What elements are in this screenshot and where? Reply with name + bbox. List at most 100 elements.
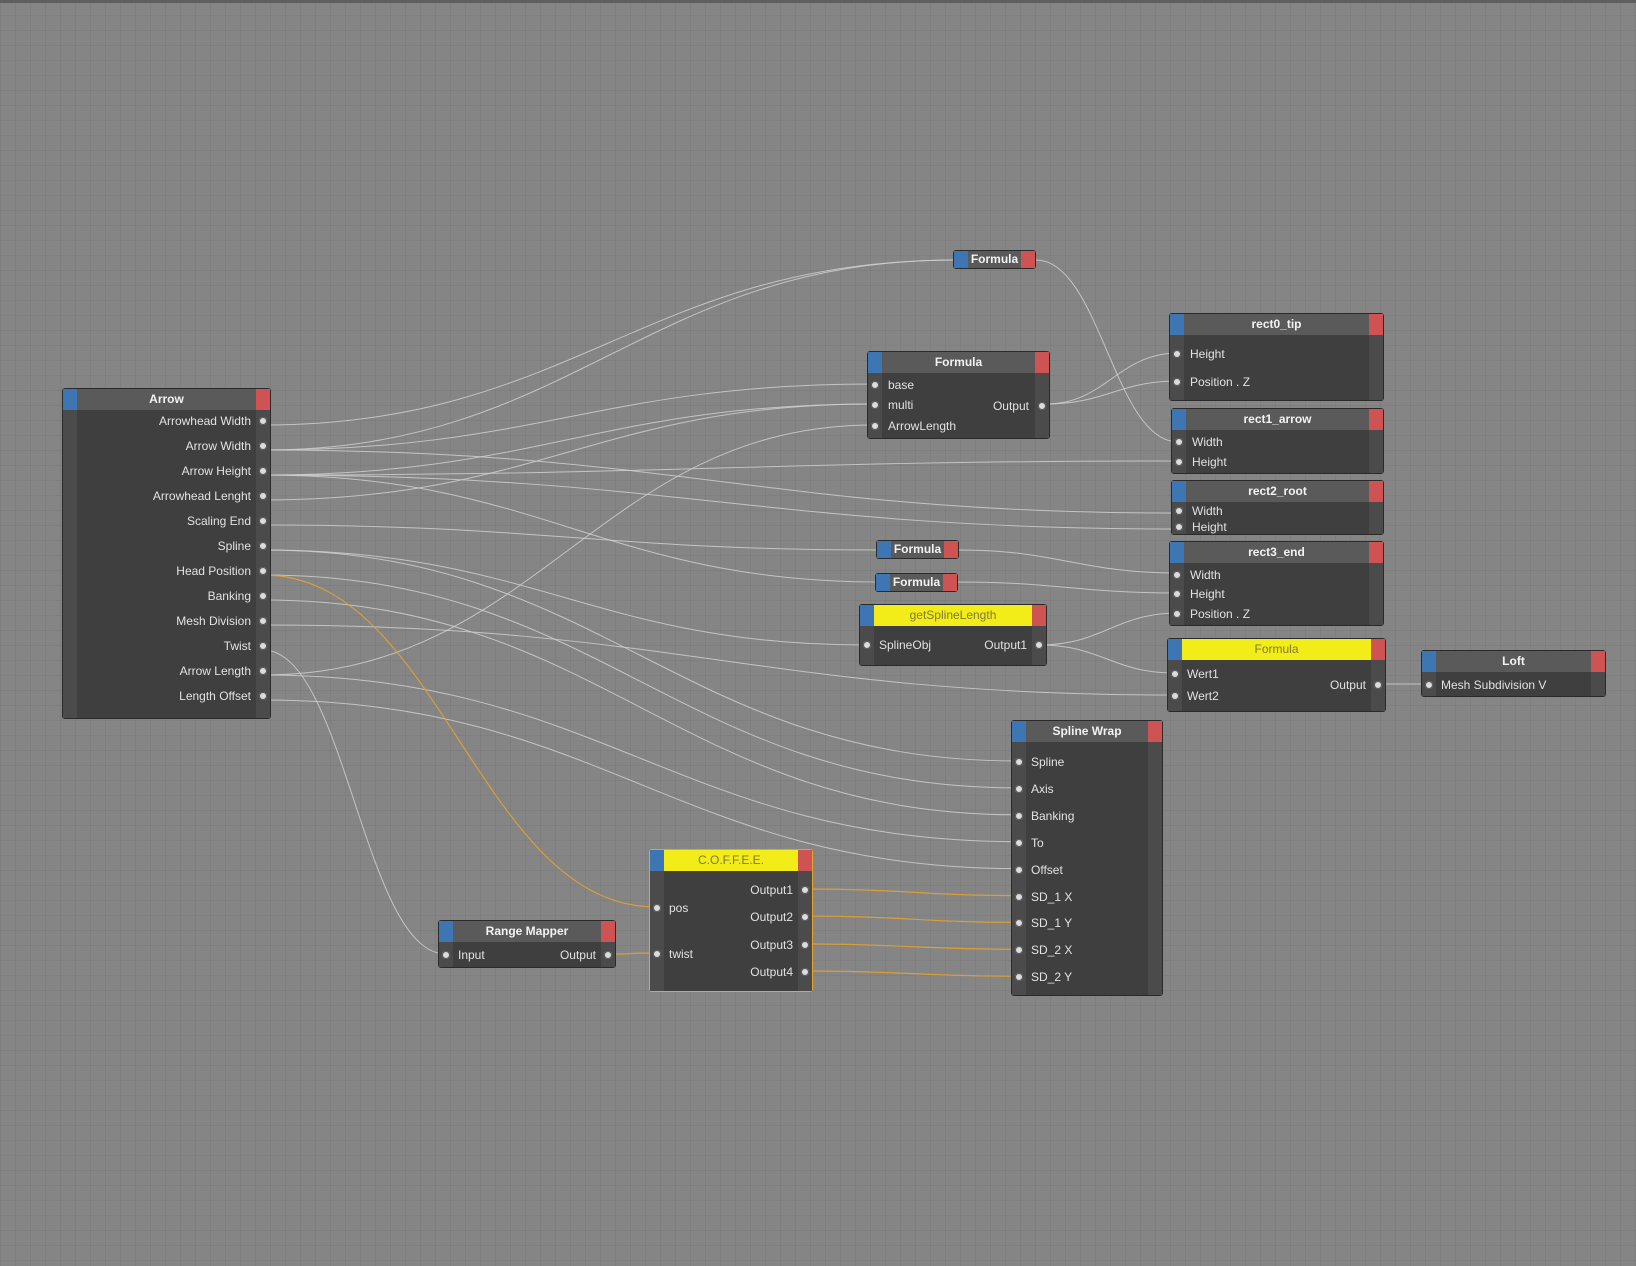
node-rect0-tip-title[interactable]: rect0_tip [1170,314,1383,335]
port-sd-1-x-dot[interactable] [1015,892,1023,901]
node-formula-top[interactable]: Formula [953,250,1036,269]
port-width-dot[interactable] [1175,507,1183,515]
port-position-z-dot[interactable] [1173,378,1181,386]
node-formula-main-title[interactable]: Formula [868,352,1049,373]
node-rect1-arrow-title[interactable]: rect1_arrow [1172,409,1383,430]
port-twist-dot[interactable] [259,642,267,650]
node-coffee[interactable]: C.O.F.F.E.E. pos twist Output1 Output2 O… [649,849,813,992]
node-rect2-root-title[interactable]: rect2_root [1172,481,1383,502]
node-spline-wrap-title[interactable]: Spline Wrap [1012,721,1162,742]
node-rect0-tip[interactable]: rect0_tip Height Position . Z [1169,313,1384,401]
in-port-tab[interactable] [877,541,891,558]
node-formula-main[interactable]: Formula base multi ArrowLength Output [867,351,1050,439]
port-output1-dot[interactable] [801,886,809,894]
node-arrow[interactable]: Arrow Arrowhead Width Arrow Width Arrow He… [62,388,271,719]
out-port-tab[interactable] [601,921,615,942]
in-port-tab[interactable] [1172,409,1186,430]
port-scaling-end-dot[interactable] [259,517,267,525]
port-arrowhead-width-dot[interactable] [259,417,267,425]
port-mesh-division-dot[interactable] [259,617,267,625]
in-port-tab[interactable] [1422,651,1436,672]
port-wert1-dot[interactable] [1171,670,1179,678]
port-length-offset-dot[interactable] [259,692,267,700]
port-output4-dot[interactable] [801,968,809,976]
port-banking-dot[interactable] [259,592,267,600]
port-height-dot[interactable] [1175,523,1183,531]
node-loft-title[interactable]: Loft [1422,651,1605,672]
node-rect3-end-title[interactable]: rect3_end [1170,542,1383,563]
port-base-dot[interactable] [871,381,879,389]
out-port-tab[interactable] [1591,651,1605,672]
in-port-tab[interactable] [1012,721,1026,742]
in-port-tab[interactable] [439,921,453,942]
out-port-tab[interactable] [1021,251,1035,268]
out-port-tab[interactable] [1369,314,1383,335]
port-arrowhead-lenght-dot[interactable] [259,492,267,500]
node-formula-yellow-title[interactable]: Formula [1168,639,1385,660]
node-rect2-root[interactable]: rect2_root Width Height [1171,480,1384,535]
port-splineobj-dot[interactable] [863,641,871,649]
node-rect1-arrow[interactable]: rect1_arrow Width Height [1171,408,1384,474]
port-output2-dot[interactable] [801,913,809,921]
in-port-tab[interactable] [876,574,890,591]
port-output-dot[interactable] [1374,681,1382,689]
port-banking-dot[interactable] [1015,811,1023,820]
port-width-dot[interactable] [1175,438,1183,446]
node-arrow-title[interactable]: Arrow [63,389,270,410]
port-input-dot[interactable] [442,951,450,959]
out-port-tab[interactable] [1032,605,1046,626]
out-port-tab[interactable] [798,850,812,871]
port-output3-dot[interactable] [801,941,809,949]
node-coffee-title[interactable]: C.O.F.F.E.E. [650,850,812,871]
port-arrow-length-dot[interactable] [259,667,267,675]
port-position-z-dot[interactable] [1173,610,1181,618]
out-port-tab[interactable] [944,541,958,558]
port-spline-dot[interactable] [259,542,267,550]
port-wert2-dot[interactable] [1171,692,1179,700]
in-port-tab[interactable] [63,389,77,410]
in-port-tab[interactable] [1170,314,1184,335]
port-arrow-height-dot[interactable] [259,467,267,475]
node-get-spline-length-title[interactable]: getSplineLength [860,605,1046,626]
out-port-tab[interactable] [1371,639,1385,660]
port-output1-dot[interactable] [1035,641,1043,649]
port-output-dot[interactable] [1038,402,1046,410]
node-rect3-end[interactable]: rect3_end Width Height Position . Z [1169,541,1384,626]
port-height-dot[interactable] [1173,590,1181,598]
port-arrowlength-dot[interactable] [871,422,879,430]
port-width-dot[interactable] [1173,571,1181,579]
in-port-tab[interactable] [1168,639,1182,660]
node-range-mapper-title[interactable]: Range Mapper [439,921,615,942]
in-port-tab[interactable] [860,605,874,626]
out-port-tab[interactable] [256,389,270,410]
port-to-dot[interactable] [1015,838,1023,847]
out-port-tab[interactable] [943,574,957,591]
node-formula-a[interactable]: Formula [876,540,959,559]
port-pos-dot[interactable] [653,904,661,912]
out-port-tab[interactable] [1369,409,1383,430]
node-loft[interactable]: Loft Mesh Subdivision V [1421,650,1606,697]
port-multi-dot[interactable] [871,401,879,409]
out-port-tab[interactable] [1148,721,1162,742]
in-port-tab[interactable] [954,251,968,268]
in-port-tab[interactable] [1170,542,1184,563]
node-formula-yellow[interactable]: Formula Wert1 Wert2 Output [1167,638,1386,712]
node-get-spline-length[interactable]: getSplineLength SplineObj Output1 [859,604,1047,666]
port-spline-dot[interactable] [1015,758,1023,766]
in-port-tab[interactable] [1172,481,1186,502]
port-offset-dot[interactable] [1015,865,1023,874]
port-axis-dot[interactable] [1015,784,1023,793]
port-arrow-width-dot[interactable] [259,442,267,450]
out-port-tab[interactable] [1035,352,1049,373]
out-port-tab[interactable] [1369,481,1383,502]
node-range-mapper[interactable]: Range Mapper Input Output [438,920,616,968]
port-height-dot[interactable] [1175,458,1183,466]
in-port-tab[interactable] [868,352,882,373]
node-formula-b[interactable]: Formula [875,573,958,592]
port-head-position-dot[interactable] [259,567,267,575]
out-port-tab[interactable] [1369,542,1383,563]
port-output-dot[interactable] [604,951,612,959]
in-port-tab[interactable] [650,850,664,871]
port-mesh-subdivision-v-dot[interactable] [1425,681,1433,689]
port-height-dot[interactable] [1173,350,1181,358]
